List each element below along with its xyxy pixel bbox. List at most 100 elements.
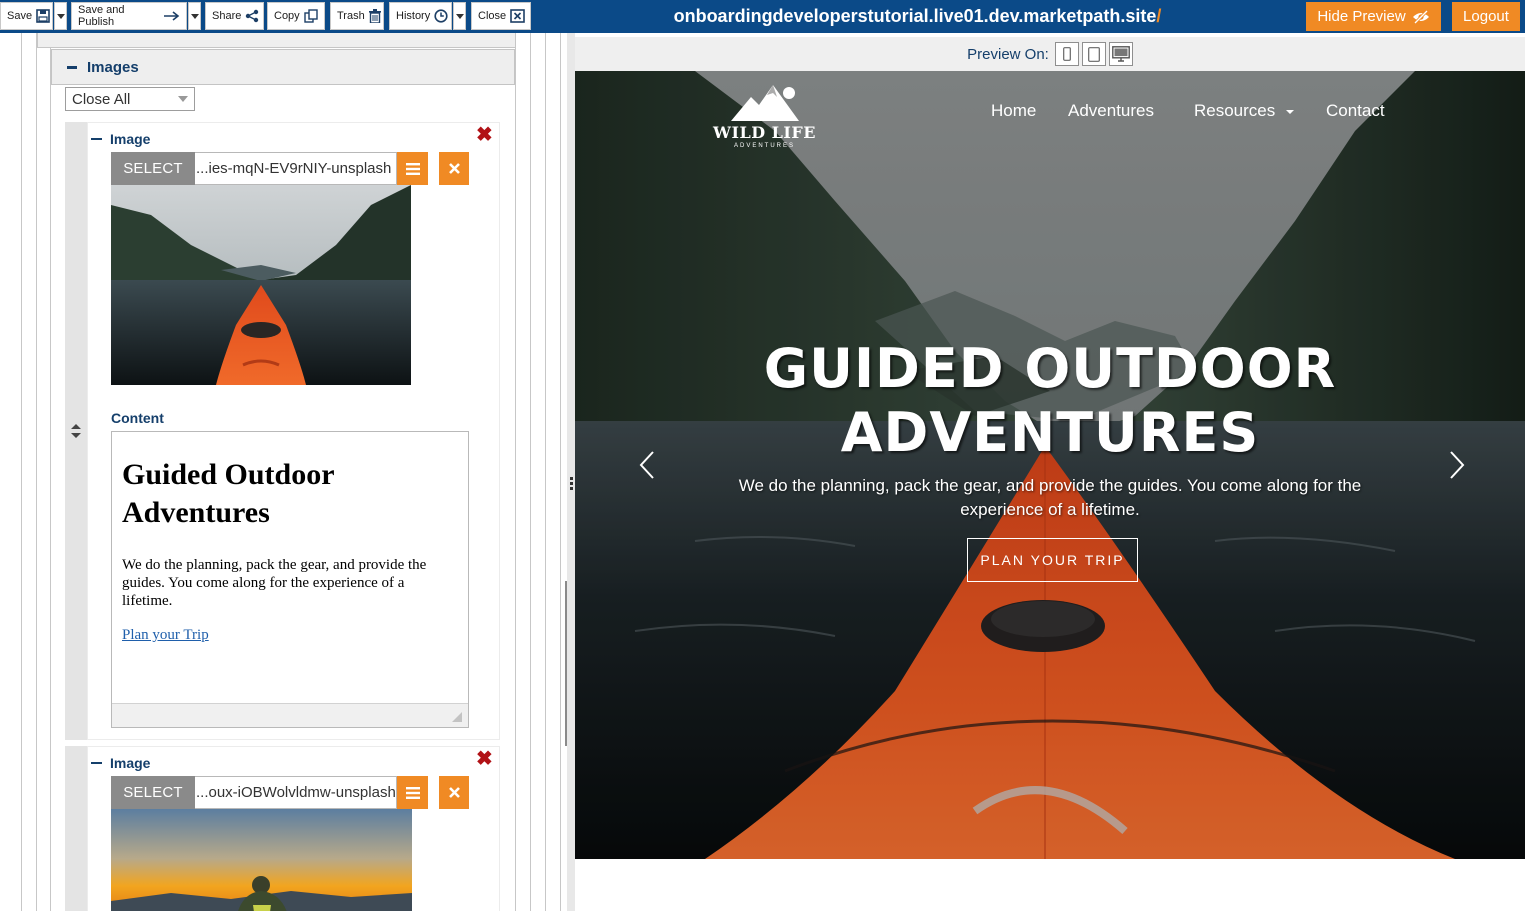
desktop-preview-button[interactable] — [1108, 42, 1133, 66]
caret-down-icon — [1286, 109, 1294, 114]
image-filename-field[interactable]: ...ies-mqN-EV9rNIY-unsplash — [195, 152, 397, 185]
image-menu-button[interactable] — [397, 776, 428, 809]
x-icon — [448, 163, 460, 174]
tablet-icon — [1087, 46, 1100, 62]
nest-guide-line — [530, 33, 531, 911]
image-picker: SELECT ...ies-mqN-EV9rNIY-unsplash — [111, 152, 469, 185]
copy-label: Copy — [274, 10, 300, 22]
copy-icon — [303, 9, 318, 23]
nest-guide-line — [545, 33, 546, 911]
drag-rail[interactable] — [65, 122, 87, 740]
collapse-icon[interactable] — [91, 762, 102, 764]
trash-label: Trash — [337, 10, 365, 22]
collapse-icon[interactable] — [91, 138, 102, 140]
hero-title-line-1: GUIDED OUTDOOR — [763, 337, 1337, 400]
content-paragraph: We do the planning, pack the gear, and p… — [122, 557, 427, 609]
clear-image-button[interactable] — [439, 776, 469, 809]
rich-text-editor[interactable]: Guided Outdoor Adventures We do the plan… — [111, 431, 469, 728]
site-logo[interactable]: WILD LIFE ADVENTURES — [712, 79, 817, 149]
logout-label: Logout — [1463, 8, 1509, 25]
image-filename-field[interactable]: ...oux-iOBWolvldmw-unsplash — [195, 776, 397, 809]
arrow-right-icon — [164, 11, 180, 21]
image-item: Image ✖ SELECT ...ies-mqN-EV9rNIY-unspla… — [65, 122, 500, 740]
image-thumbnail-hiker[interactable] — [111, 809, 412, 911]
select-image-button[interactable]: SELECT — [111, 776, 195, 809]
logout-button[interactable]: Logout — [1452, 2, 1520, 31]
sort-handle-icon[interactable] — [71, 424, 81, 438]
nav-adventures[interactable]: Adventures — [1068, 101, 1154, 121]
images-section-title: Images — [87, 58, 139, 76]
top-toolbar: Save Save and Publish Share Copy Trash H… — [0, 0, 1525, 33]
nav-contact[interactable]: Contact — [1326, 101, 1385, 121]
drag-rail[interactable] — [65, 746, 87, 911]
save-button[interactable]: Save — [0, 2, 53, 30]
site-url-text: onboardingdeveloperstutorial.live01.dev.… — [673, 6, 1157, 26]
editor-content-area[interactable]: Guided Outdoor Adventures We do the plan… — [112, 432, 468, 704]
content-link[interactable]: Plan your Trip — [122, 627, 209, 643]
resize-grip-icon[interactable] — [452, 712, 462, 722]
nav-home[interactable]: Home — [991, 101, 1036, 121]
save-label: Save — [7, 10, 33, 22]
hide-preview-button[interactable]: Hide Preview — [1306, 2, 1441, 31]
save-and-publish-label: Save and Publish — [78, 4, 125, 28]
nest-guide-line — [50, 33, 51, 911]
hero-slider: WILD LIFE ADVENTURES Home Adventures Res… — [575, 71, 1525, 859]
nest-guide-line — [560, 33, 561, 911]
x-icon — [448, 787, 460, 798]
hamburger-icon — [405, 786, 420, 799]
hero-subtitle: We do the planning, pack the gear, and p… — [738, 476, 1362, 519]
tablet-preview-button[interactable] — [1081, 42, 1106, 66]
phone-preview-button[interactable] — [1054, 42, 1079, 66]
share-label: Share — [212, 10, 242, 22]
trash-button[interactable]: Trash — [330, 2, 384, 30]
trash-icon — [368, 9, 381, 23]
mountain-logo-icon — [731, 85, 799, 121]
slider-prev-chevron-icon[interactable] — [635, 449, 659, 481]
content-heading: Guided Outdoor Adventures — [122, 458, 335, 529]
image-thumbnail-kayak[interactable] — [111, 185, 411, 385]
close-all-label: Close All — [72, 90, 131, 108]
content-label: Content — [111, 410, 164, 426]
close-all-select[interactable]: Close All — [65, 87, 195, 111]
collapse-icon[interactable] — [67, 65, 77, 69]
image-item-header[interactable]: Image — [91, 131, 150, 147]
delete-item-icon[interactable]: ✖ — [476, 749, 493, 769]
history-dropdown-caret[interactable] — [453, 2, 466, 30]
site-url[interactable]: onboardingdeveloperstutorial.live01.dev.… — [600, 6, 1235, 27]
select-image-button[interactable]: SELECT — [111, 152, 195, 185]
history-button[interactable]: History — [389, 2, 452, 30]
pane-splitter[interactable] — [567, 33, 575, 911]
chevron-down-icon — [178, 96, 188, 102]
phone-icon — [1062, 47, 1071, 61]
splitter-grip-icon[interactable] — [570, 477, 573, 490]
nav-resources[interactable]: Resources — [1194, 101, 1294, 121]
close-button[interactable]: Close — [471, 2, 531, 30]
delete-item-icon[interactable]: ✖ — [476, 125, 493, 145]
parent-section-header — [37, 33, 516, 48]
preview-on-label: Preview On: — [967, 45, 1049, 63]
hamburger-icon — [405, 162, 420, 175]
save-dropdown-caret[interactable] — [54, 2, 67, 30]
save-and-publish-button[interactable]: Save and Publish — [71, 2, 187, 30]
editor-statusbar — [112, 703, 468, 727]
share-button[interactable]: Share — [205, 2, 264, 30]
plan-your-trip-button[interactable]: PLAN YOUR TRIP — [967, 538, 1138, 582]
logo-title: WILD LIFE — [713, 123, 816, 142]
hero-background-image — [575, 71, 1525, 859]
image-item-header[interactable]: Image — [91, 755, 150, 771]
image-item: Image ✖ SELECT ...oux-iOBWolvldmw-unspla… — [65, 746, 500, 911]
site-url-slash: / — [1156, 6, 1162, 26]
hero-title-line-2: ADVENTURES — [840, 401, 1260, 464]
desktop-icon — [1111, 46, 1130, 62]
logo-subtitle: ADVENTURES — [733, 143, 795, 149]
nest-guide-line — [36, 33, 37, 911]
floppy-disk-icon — [36, 9, 50, 23]
image-menu-button[interactable] — [397, 152, 428, 185]
publish-dropdown-caret[interactable] — [188, 2, 201, 30]
hero-title: GUIDED OUTDOOR ADVENTURES — [575, 337, 1525, 465]
clear-image-button[interactable] — [439, 152, 469, 185]
images-section-header[interactable]: Images — [51, 49, 515, 85]
copy-button[interactable]: Copy — [267, 2, 325, 30]
slider-next-chevron-icon[interactable] — [1445, 449, 1469, 481]
editor-pane: Images Close All Image ✖ SELECT ...ies-m… — [0, 33, 567, 911]
